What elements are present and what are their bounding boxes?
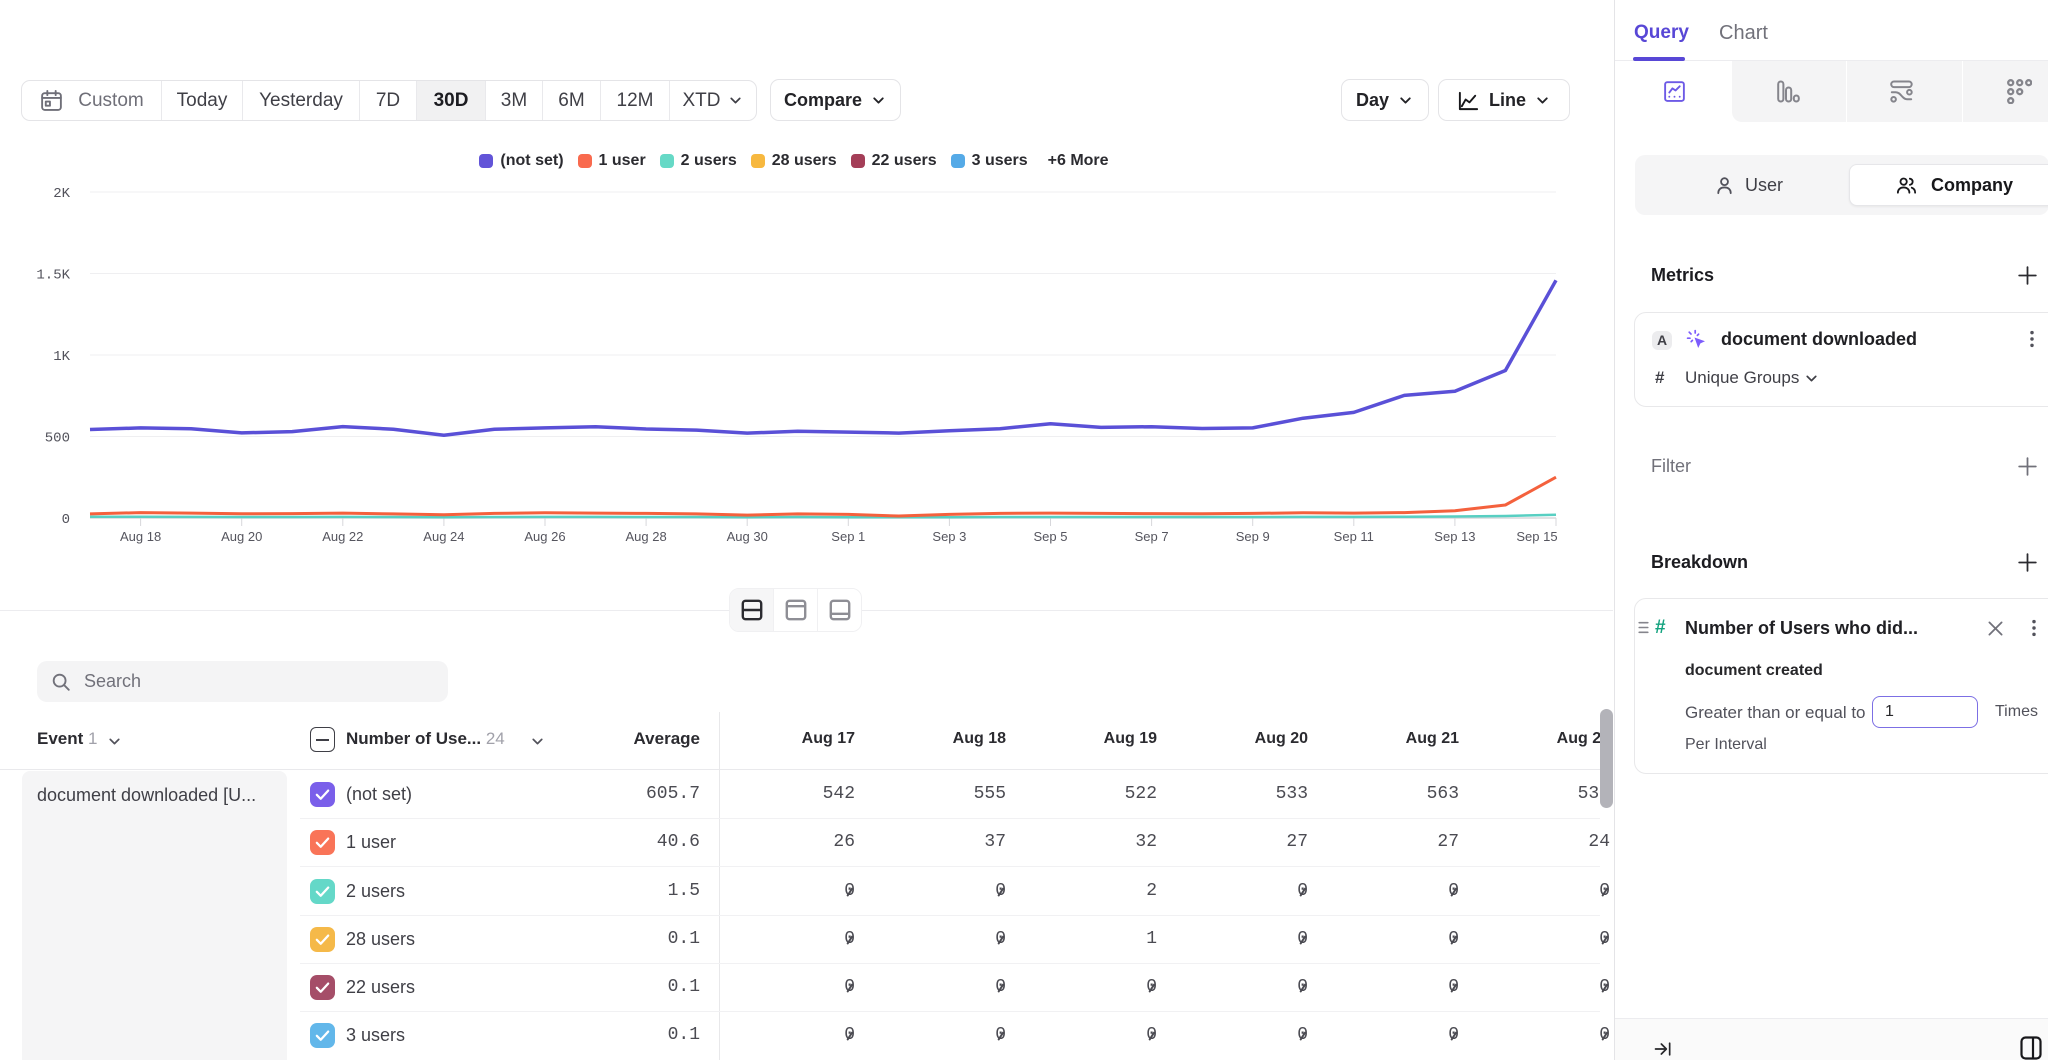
- svg-text:Aug 28: Aug 28: [625, 529, 666, 544]
- svg-text:1K: 1K: [53, 349, 70, 365]
- svg-text:2K: 2K: [53, 186, 70, 202]
- svg-text:Sep 9: Sep 9: [1236, 529, 1270, 544]
- svg-text:1.5K: 1.5K: [36, 268, 70, 284]
- svg-text:Aug 18: Aug 18: [120, 529, 161, 544]
- svg-text:Aug 30: Aug 30: [727, 529, 768, 544]
- svg-text:Sep 15: Sep 15: [1516, 529, 1557, 544]
- svg-text:Aug 22: Aug 22: [322, 529, 363, 544]
- svg-text:Sep 3: Sep 3: [932, 529, 966, 544]
- svg-text:Sep 11: Sep 11: [1334, 529, 1374, 544]
- svg-text:500: 500: [45, 431, 70, 447]
- svg-text:0: 0: [62, 512, 70, 528]
- svg-text:Aug 24: Aug 24: [423, 529, 464, 544]
- svg-text:Sep 5: Sep 5: [1034, 529, 1068, 544]
- svg-text:Aug 26: Aug 26: [524, 529, 565, 544]
- svg-text:Sep 13: Sep 13: [1434, 529, 1475, 544]
- svg-text:Sep 1: Sep 1: [831, 529, 865, 544]
- svg-text:Aug 20: Aug 20: [221, 529, 262, 544]
- svg-text:Sep 7: Sep 7: [1135, 529, 1169, 544]
